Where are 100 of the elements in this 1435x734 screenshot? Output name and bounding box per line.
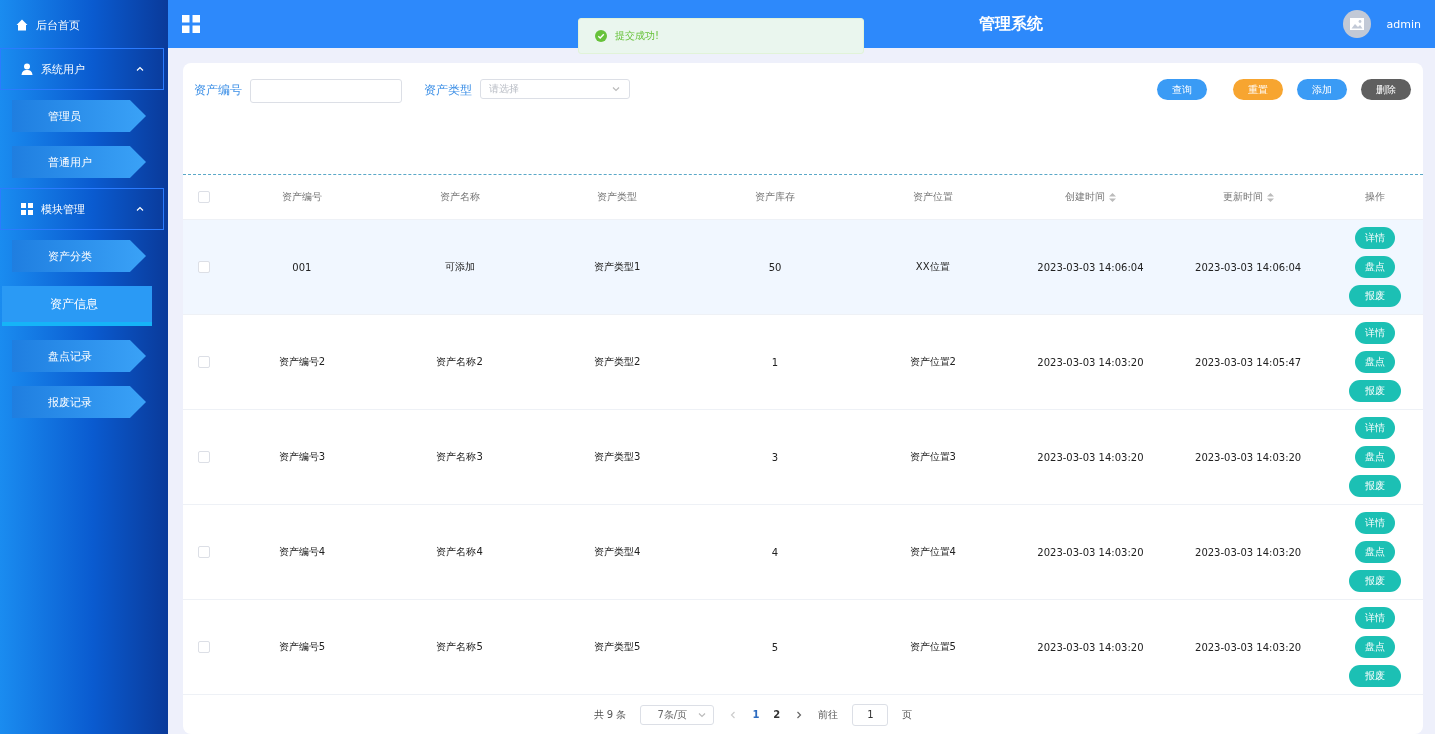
action-button[interactable]: 重置 <box>1233 79 1283 100</box>
page-number[interactable]: 1 <box>752 709 760 721</box>
table-cell-text: 资产类型3 <box>593 450 642 465</box>
column-header: 资产编号 <box>280 190 323 205</box>
table-cell-text: 5 <box>770 641 780 653</box>
table-cell-text: 4 <box>770 546 780 558</box>
checkbox[interactable] <box>198 191 210 204</box>
page-input[interactable]: 1 <box>852 703 889 726</box>
table-cell-text: 2023-03-03 14:03:20 <box>1194 451 1303 463</box>
grid-icon <box>21 203 33 215</box>
table-cell-text: 资产类型1 <box>593 260 642 275</box>
table-cell-text: 资产名称4 <box>435 545 484 560</box>
table-cell-text: 资产编号4 <box>277 545 327 560</box>
table-cell-text: 2023-03-03 14:03:20 <box>1194 641 1303 653</box>
row-action-button[interactable]: 报废 <box>1349 665 1401 688</box>
row-action-button[interactable]: 详情 <box>1355 512 1395 535</box>
table-cell-text: 资产位置3 <box>908 450 957 465</box>
menu-item[interactable]: 管理员 <box>12 100 146 132</box>
user-icon <box>21 63 33 75</box>
table-cell-text: 2023-03-03 14:03:20 <box>1036 356 1145 368</box>
row-action-button[interactable]: 详情 <box>1355 227 1395 250</box>
select-field[interactable]: 请选择 <box>480 79 630 99</box>
table-cell-text: 资产位置4 <box>908 545 957 560</box>
home-icon <box>16 19 28 31</box>
total-count: 共 9 条 <box>593 707 627 722</box>
checkbox[interactable] <box>198 451 210 464</box>
table-cell-text: 资产名称3 <box>435 450 484 465</box>
page-number[interactable]: 2 <box>773 709 781 721</box>
row-action-button[interactable]: 盘点 <box>1355 541 1395 564</box>
table-cell-text: 2023-03-03 14:05:47 <box>1194 356 1303 368</box>
chevron-icon <box>135 204 145 214</box>
table-cell-text: 资产类型4 <box>593 545 642 560</box>
menu-group[interactable]: 系统用户 <box>0 48 164 90</box>
grid-icon[interactable] <box>182 15 200 33</box>
page-suffix: 页 <box>902 707 913 722</box>
checkbox[interactable] <box>198 641 210 654</box>
row-action-button[interactable]: 详情 <box>1355 417 1395 440</box>
menu-item[interactable]: 资产信息 <box>2 286 152 326</box>
sort-icon <box>1266 192 1274 202</box>
table-cell-text: 资产名称2 <box>435 355 484 370</box>
table-cell-text: 资产位置2 <box>908 355 957 370</box>
sort-icon <box>1108 192 1116 202</box>
table-cell-text: 资产名称5 <box>435 640 484 655</box>
goto-label: 前往 <box>818 707 839 722</box>
menu-group-label: 模块管理 <box>41 201 86 217</box>
table-cell-text: 资产类型2 <box>593 355 642 370</box>
home-menu-item[interactable]: 后台首页 <box>0 8 168 42</box>
check-circle-icon <box>595 30 607 42</box>
column-header: 资产位置 <box>911 190 954 205</box>
column-header: 资产类型 <box>596 190 639 205</box>
column-header: 资产名称 <box>438 190 481 205</box>
table-cell-text: 1 <box>770 356 780 368</box>
menu-group[interactable]: 模块管理 <box>0 188 164 230</box>
menu-item[interactable]: 普通用户 <box>12 146 146 178</box>
user-name: admin <box>1386 17 1421 31</box>
table-cell-text: 2023-03-03 14:03:20 <box>1036 641 1145 653</box>
checkbox[interactable] <box>198 546 210 559</box>
table-cell-text: 2023-03-03 14:03:20 <box>1036 546 1145 558</box>
input-field[interactable] <box>250 79 402 103</box>
avatar[interactable] <box>1342 10 1371 38</box>
table-cell-text: 50 <box>767 261 783 273</box>
field-label: 资产编号 <box>194 82 242 99</box>
toast-message: 提交成功! <box>615 29 659 43</box>
row-action-button[interactable]: 报废 <box>1349 570 1401 593</box>
row-action-button[interactable]: 报废 <box>1349 380 1401 403</box>
row-action-button[interactable]: 盘点 <box>1355 351 1395 374</box>
table-cell-text: 资产位置5 <box>908 640 957 655</box>
table-cell-text: 资产编号5 <box>277 640 327 655</box>
menu-group-label: 系统用户 <box>41 61 86 77</box>
row-action-button[interactable]: 报废 <box>1349 475 1401 498</box>
column-header: 操作 <box>1364 190 1386 205</box>
table-cell-text: 资产类型5 <box>593 640 642 655</box>
menu-item[interactable]: 报废记录 <box>12 386 146 418</box>
column-header[interactable]: 创建时间 <box>1011 190 1170 205</box>
row-action-button[interactable]: 报废 <box>1349 285 1401 308</box>
table-cell-text: 2023-03-03 14:06:04 <box>1194 261 1303 273</box>
page-size-select[interactable]: 7条/页 <box>640 704 715 725</box>
image-icon <box>1349 18 1364 30</box>
menu-item[interactable]: 盘点记录 <box>12 340 146 372</box>
checkbox[interactable] <box>198 356 210 369</box>
row-action-button[interactable]: 详情 <box>1355 607 1395 630</box>
menu-item[interactable]: 资产分类 <box>12 240 146 272</box>
table-cell-text: XX位置 <box>914 260 951 275</box>
checkbox[interactable] <box>198 261 210 274</box>
row-action-button[interactable]: 详情 <box>1355 322 1395 345</box>
table-cell-text: 001 <box>291 261 313 273</box>
column-header[interactable]: 更新时间 <box>1169 190 1327 205</box>
action-button[interactable]: 添加 <box>1297 79 1347 100</box>
chevron-icon <box>135 64 145 74</box>
action-button[interactable]: 查询 <box>1157 79 1207 100</box>
table-cell-text: 2023-03-03 14:06:04 <box>1036 261 1145 273</box>
field-label: 资产类型 <box>424 82 472 99</box>
row-action-button[interactable]: 盘点 <box>1355 636 1395 659</box>
column-header: 资产库存 <box>754 190 796 205</box>
table-cell-text: 2023-03-03 14:03:20 <box>1194 546 1303 558</box>
chevron-icon <box>611 84 621 94</box>
action-button[interactable]: 删除 <box>1361 79 1411 100</box>
table-cell-text: 资产编号3 <box>277 450 327 465</box>
row-action-button[interactable]: 盘点 <box>1355 256 1395 279</box>
row-action-button[interactable]: 盘点 <box>1355 446 1395 469</box>
